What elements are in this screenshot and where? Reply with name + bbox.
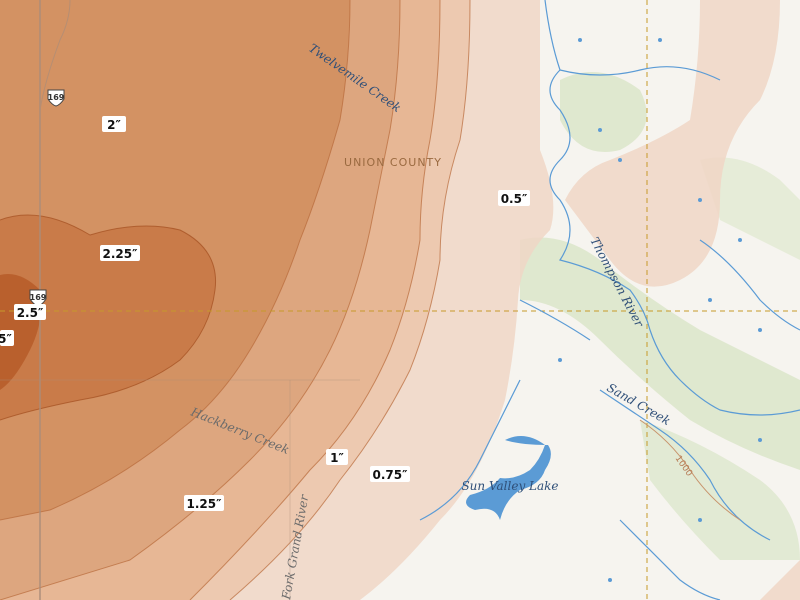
precip-label-1[interactable]: 1″ — [326, 449, 348, 465]
county-label: UNION COUNTY — [344, 156, 442, 169]
map-canvas: 169 169 UNION COUNTY Twelvemile Creek Th… — [0, 0, 800, 600]
svg-text:0.5″: 0.5″ — [501, 192, 528, 206]
precip-label-2[interactable]: 2″ — [102, 116, 126, 132]
svg-text:2.5″: 2.5″ — [17, 306, 44, 320]
precip-label-0-75[interactable]: 0.75″ — [370, 466, 410, 482]
svg-text:1.25″: 1.25″ — [187, 497, 223, 511]
highway-number: 169 — [48, 93, 65, 102]
precip-label-5[interactable]: 5″ — [0, 330, 14, 346]
precipitation-map[interactable]: 169 169 UNION COUNTY Twelvemile Creek Th… — [0, 0, 800, 600]
svg-text:1″: 1″ — [330, 451, 344, 465]
precip-label-0-5[interactable]: 0.5″ — [498, 190, 530, 206]
precip-label-1-25[interactable]: 1.25″ — [184, 495, 224, 511]
svg-text:0.75″: 0.75″ — [373, 468, 409, 482]
svg-text:5″: 5″ — [0, 332, 12, 346]
lake-label: Sun Valley Lake — [461, 479, 558, 493]
precip-label-2-25[interactable]: 2.25″ — [100, 245, 140, 261]
svg-text:2″: 2″ — [107, 118, 121, 132]
highway-number: 169 — [30, 293, 47, 302]
svg-text:2.25″: 2.25″ — [103, 247, 139, 261]
precip-label-2-5[interactable]: 2.5″ — [14, 304, 46, 320]
